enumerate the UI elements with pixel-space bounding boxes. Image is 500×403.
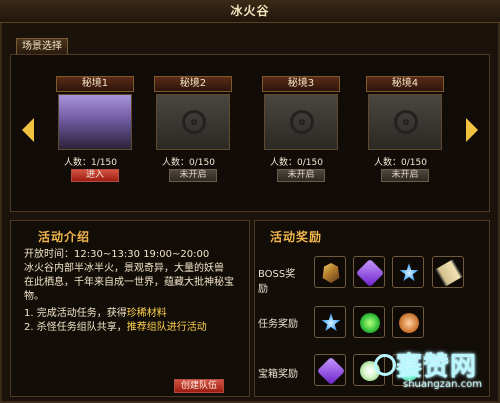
realm-player-count: 人数：0/150 (270, 158, 323, 168)
realm-card-1: 秘境1 人数：1/150 进入 (56, 76, 134, 193)
open-time: 开放时间：12:30~13:30 19:00~20:00 (24, 249, 210, 260)
intro-item-highlight: 推荐组队进行活动 (126, 322, 207, 333)
chest-reward-label: 宝箱奖励 (258, 369, 298, 380)
realm-title: 秘境3 (262, 76, 340, 92)
realm-card-4: 秘境4 人数：0/150 未开启 (366, 76, 444, 193)
intro-desc-line: 在此栖息，千年来自成一世界，蕴藏大批神秘宝 (24, 277, 234, 288)
purple-gem-icon[interactable] (353, 256, 385, 288)
locked-realm-image (368, 94, 442, 150)
enter-button[interactable]: 进入 (71, 169, 119, 182)
next-arrow-icon[interactable] (466, 118, 478, 142)
realm-title: 秘境2 (154, 76, 232, 92)
not-open-button[interactable]: 未开启 (169, 169, 217, 182)
lock-icon (290, 110, 314, 134)
intro-desc-line: 物。 (24, 291, 44, 302)
intro-title: 活动介绍 (38, 230, 91, 244)
blue-crystal-graphic (399, 263, 419, 282)
not-open-button[interactable]: 未开启 (381, 169, 429, 182)
cyan-orb-graphic (399, 361, 419, 381)
intro-item-2: 2. 杀怪任务组队共享，推荐组队进行活动 (24, 321, 242, 335)
reward-title: 活动奖励 (270, 230, 323, 244)
white-orb-icon[interactable] (353, 354, 385, 386)
cyan-orb-icon[interactable] (392, 354, 424, 386)
realm-player-count: 人数：0/150 (162, 158, 215, 168)
locked-realm-image (156, 94, 230, 150)
realm-image (58, 94, 132, 150)
previous-arrow-icon[interactable] (22, 118, 34, 142)
intro-item-1: 1. 完成活动任务，获得珍稀材料 (24, 307, 242, 321)
lock-icon (182, 110, 206, 134)
window-titlebar: 冰火谷 (0, 0, 500, 23)
orange-stone-icon[interactable] (392, 306, 424, 338)
realm-title: 秘境1 (56, 76, 134, 92)
armor-graphic (322, 263, 340, 283)
scroll-graphic (435, 259, 463, 287)
locked-realm-image (264, 94, 338, 150)
blue-crystal-graphic (321, 313, 341, 332)
not-open-button[interactable]: 未开启 (277, 169, 325, 182)
boss-reward-label: BOSS奖励 (258, 269, 296, 295)
purple-gem-graphic (316, 356, 346, 386)
blue-crystal-icon[interactable] (392, 256, 424, 288)
armor-icon[interactable] (314, 256, 346, 288)
intro-desc-line: 冰火谷内部半冰半火，景观奇异，大量的妖兽 (24, 263, 224, 274)
realm-title: 秘境4 (366, 76, 444, 92)
green-orb-icon[interactable] (353, 306, 385, 338)
green-orb-graphic (360, 313, 380, 333)
purple-gem-icon[interactable] (314, 354, 346, 386)
create-team-button[interactable]: 创建队伍 (174, 379, 224, 393)
orange-stone-graphic (399, 313, 419, 333)
blue-crystal-icon[interactable] (314, 306, 346, 338)
realm-card-3: 秘境3 人数：0/150 未开启 (262, 76, 340, 193)
intro-item-text: 1. 完成活动任务，获得 (24, 308, 127, 319)
intro-item-highlight: 珍稀材料 (126, 308, 167, 319)
scroll-icon[interactable] (432, 256, 464, 288)
task-reward-label: 任务奖励 (258, 319, 298, 330)
window-title: 冰火谷 (230, 4, 270, 18)
white-orb-graphic (360, 361, 380, 381)
realm-card-2: 秘境2 人数：0/150 未开启 (154, 76, 232, 193)
purple-gem-graphic (355, 258, 385, 288)
realm-player-count: 人数：1/150 (64, 158, 117, 168)
lock-icon (394, 110, 418, 134)
intro-content: 开放时间：12:30~13:30 19:00~20:00 冰火谷内部半冰半火，景… (24, 248, 242, 335)
intro-item-text: 2. 杀怪任务组队共享， (24, 322, 127, 333)
realm-player-count: 人数：0/150 (374, 158, 427, 168)
